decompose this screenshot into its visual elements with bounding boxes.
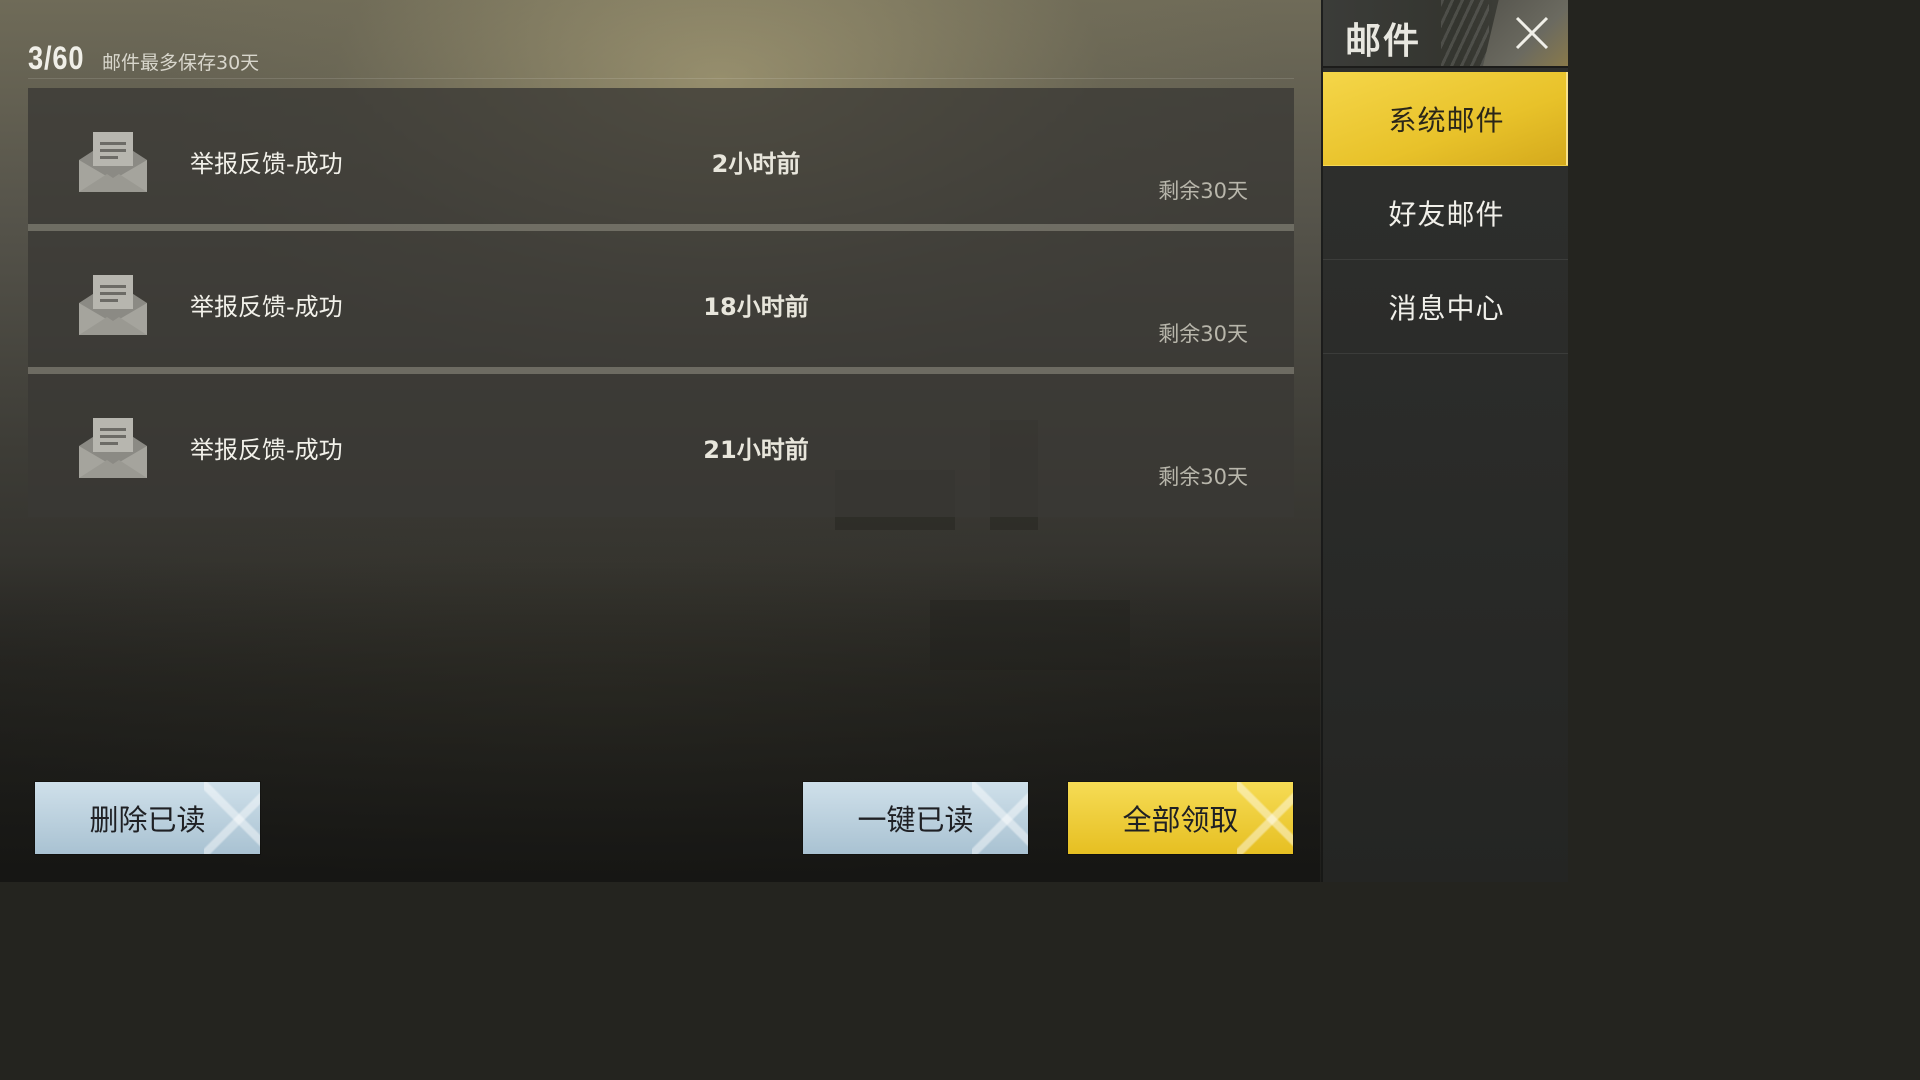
mail-title: 举报反馈-成功 — [190, 293, 343, 321]
mail-expiry: 剩余30天 — [1158, 465, 1248, 489]
mail-time: 18小时前 — [703, 293, 809, 321]
header-stripes — [1441, 0, 1489, 66]
tab-system-mail[interactable]: 系统邮件 — [1323, 72, 1568, 166]
delete-read-label: 删除已读 — [89, 803, 206, 837]
mail-header: 3/60 邮件最多保存30天 — [28, 38, 1294, 79]
chevron-decoration — [972, 782, 1028, 854]
tab-message-center[interactable]: 消息中心 — [1323, 260, 1568, 354]
close-icon — [1515, 16, 1549, 50]
tab-friend-mail[interactable]: 好友邮件 — [1323, 166, 1568, 260]
mail-item[interactable]: 举报反馈-成功 21小时前 剩余30天 — [28, 374, 1294, 517]
mail-count: 3/60 — [28, 40, 85, 76]
retention-note: 邮件最多保存30天 — [102, 52, 260, 74]
mail-screen: 3/60 邮件最多保存30天 举报反馈-成功 2小时前 剩余30天 举报反馈-成… — [0, 0, 1568, 882]
mark-all-read-button[interactable]: 一键已读 — [803, 782, 1028, 854]
claim-all-button[interactable]: 全部领取 — [1068, 782, 1293, 854]
chevron-decoration — [1237, 782, 1293, 854]
mark-all-read-label: 一键已读 — [857, 803, 974, 837]
sidebar-header: 邮件 — [1323, 0, 1568, 68]
delete-read-button[interactable]: 删除已读 — [35, 782, 260, 854]
mail-list: 举报反馈-成功 2小时前 剩余30天 举报反馈-成功 18小时前 剩余30天 举… — [28, 88, 1294, 517]
mail-sidebar: 邮件 系统邮件 好友邮件 消息中心 — [1321, 0, 1568, 882]
envelope-open-icon — [79, 275, 147, 335]
mail-title: 举报反馈-成功 — [190, 436, 343, 464]
sidebar-title: 邮件 — [1345, 21, 1422, 62]
mail-time: 21小时前 — [703, 436, 809, 464]
mail-expiry: 剩余30天 — [1158, 179, 1248, 203]
tab-label: 系统邮件 — [1388, 103, 1505, 137]
chevron-decoration — [204, 782, 260, 854]
mail-item[interactable]: 举报反馈-成功 2小时前 剩余30天 — [28, 88, 1294, 231]
mail-item[interactable]: 举报反馈-成功 18小时前 剩余30天 — [28, 231, 1294, 374]
tab-label: 好友邮件 — [1388, 197, 1505, 231]
envelope-open-icon — [79, 132, 147, 192]
close-button[interactable] — [1483, 0, 1568, 66]
tab-label: 消息中心 — [1388, 291, 1505, 325]
envelope-open-icon — [79, 418, 147, 478]
claim-all-label: 全部领取 — [1122, 803, 1239, 837]
mail-expiry: 剩余30天 — [1158, 322, 1248, 346]
mail-time: 2小时前 — [711, 150, 801, 178]
mail-title: 举报反馈-成功 — [190, 150, 343, 178]
